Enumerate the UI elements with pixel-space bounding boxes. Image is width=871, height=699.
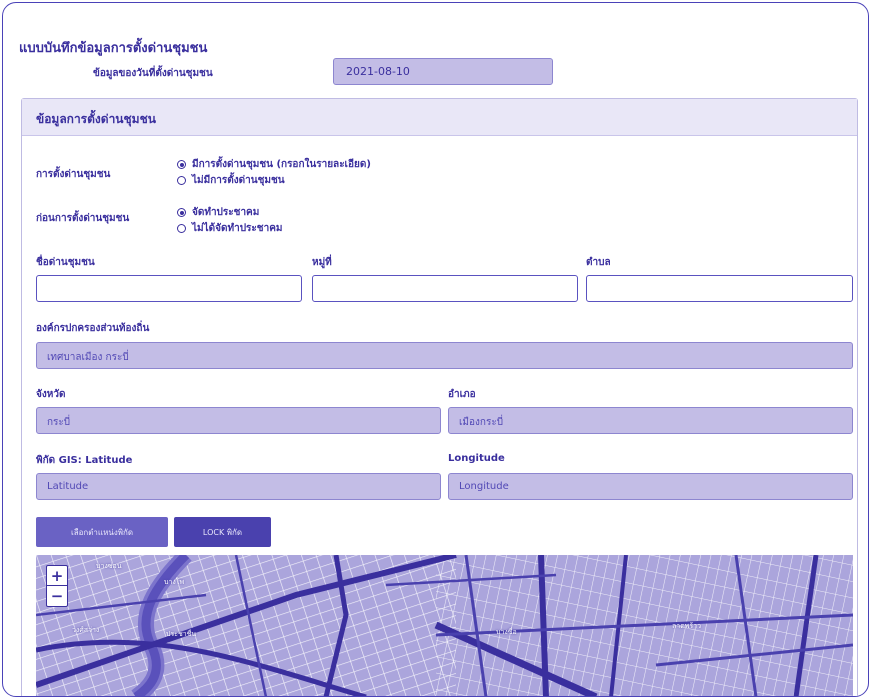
map-tiles [36, 555, 853, 696]
checkpoint-label: การตั้งด่านชุมชน [36, 169, 111, 180]
radio-before-yes[interactable]: จัดทำประชาคม [177, 205, 259, 220]
date-field[interactable]: 2021-08-10 [333, 58, 553, 85]
map-label: บางโพ [164, 578, 185, 586]
local-org-field[interactable]: เทศบาลเมือง กระบี่ [36, 342, 853, 369]
map-zoom-control: + − [46, 565, 68, 607]
map-label: ลาดพร้าว [672, 622, 702, 630]
select-location-button[interactable]: เลือกตำแหน่งพิกัด [36, 517, 168, 547]
village-label: หมู่ที่ [312, 257, 332, 268]
checkpoint-section: ข้อมูลการตั้งด่านชุมชน การตั้งด่านชุมชน … [21, 98, 858, 696]
subdistrict-label: ตำบล [586, 257, 611, 268]
district-label: อำเภอ [448, 389, 476, 400]
lock-location-button[interactable]: LOCK พิกัด [174, 517, 271, 547]
map-label: ประชาชื่น [166, 630, 197, 638]
form-title: แบบบันทึกข้อมูลการตั้งด่านชุมชน [19, 41, 208, 56]
longitude-input[interactable]: Longitude [448, 473, 853, 500]
province-field[interactable]: กระบี่ [36, 407, 441, 434]
local-org-label: องค์กรปกครองส่วนท้องถิ่น [36, 323, 150, 334]
form-window: แบบบันทึกข้อมูลการตั้งด่านชุมชน ข้อมูลขอ… [2, 2, 869, 697]
map-label: วงศ์สว่าง [72, 626, 100, 634]
radio-checkpoint-yes[interactable]: มีการตั้งด่านชุมชน (กรอกในรายละเอียด) [177, 157, 371, 172]
subdistrict-input[interactable] [586, 275, 853, 302]
checkpoint-name-input[interactable] [36, 275, 302, 302]
village-input[interactable] [312, 275, 578, 302]
checkpoint-name-label: ชื่อด่านชุมชน [36, 257, 95, 268]
longitude-label: Longitude [448, 453, 505, 464]
section-title: ข้อมูลการตั้งด่านชุมชน [36, 112, 156, 126]
map-label: บางซ่อน [96, 562, 122, 570]
map-view[interactable]: บางซ่อน บางโพ วงศ์สว่าง ประชาชื่น บางซื่… [36, 555, 853, 696]
map-label: บางซื่อ [496, 628, 517, 636]
radio-unselected-icon [177, 176, 186, 185]
before-checkpoint-label: ก่อนการตั้งด่านชุมชน [36, 213, 130, 224]
date-label: ข้อมูลของวันที่ตั้งด่านชุมชน [93, 68, 213, 79]
latitude-input[interactable]: Latitude [36, 473, 441, 500]
radio-before-no[interactable]: ไม่ได้จัดทำประชาคม [177, 221, 282, 236]
radio-checkpoint-no[interactable]: ไม่มีการตั้งด่านชุมชน [177, 173, 285, 188]
province-label: จังหวัด [36, 389, 66, 400]
section-header: ข้อมูลการตั้งด่านชุมชน [22, 99, 857, 136]
radio-selected-icon [177, 208, 186, 217]
district-field[interactable]: เมืองกระบี่ [448, 407, 853, 434]
radio-unselected-icon [177, 224, 186, 233]
zoom-out-button[interactable]: − [47, 586, 67, 606]
radio-selected-icon [177, 160, 186, 169]
zoom-in-button[interactable]: + [47, 566, 67, 586]
latitude-label: พิกัด GIS: Latitude [36, 455, 133, 466]
